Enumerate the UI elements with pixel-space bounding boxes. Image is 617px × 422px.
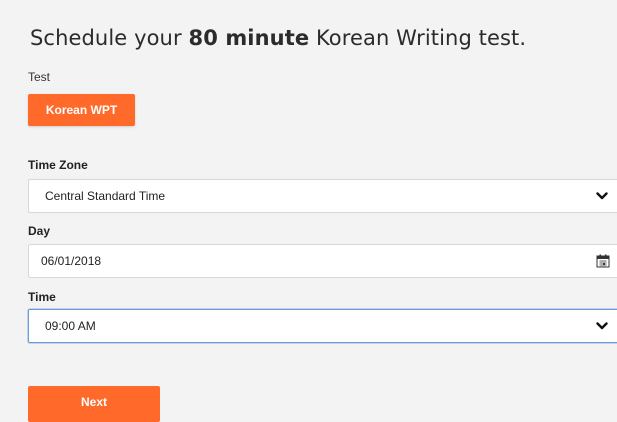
- page-title-prefix: Schedule your: [30, 26, 189, 50]
- timezone-value: Central Standard Time: [45, 189, 166, 203]
- day-label: Day: [28, 224, 51, 238]
- page-title-duration: 80 minute: [188, 26, 310, 50]
- test-label: Test: [28, 70, 51, 84]
- chevron-down-icon[interactable]: [588, 310, 616, 342]
- korean-wpt-button[interactable]: Korean WPT: [28, 94, 135, 126]
- page-title: Schedule your 80 minute Korean Writing t…: [30, 26, 526, 50]
- time-label: Time: [28, 290, 56, 304]
- page-title-suffix: Korean Writing test.: [309, 26, 527, 50]
- time-select[interactable]: 09:00 AM: [28, 309, 617, 343]
- day-date-input[interactable]: 06/01/2018: [28, 244, 617, 278]
- timezone-label: Time Zone: [28, 158, 88, 172]
- day-value: 06/01/2018: [41, 254, 102, 268]
- calendar-icon[interactable]: [588, 245, 617, 277]
- chevron-down-icon[interactable]: [588, 180, 616, 212]
- timezone-select[interactable]: Central Standard Time: [28, 179, 617, 213]
- schedule-panel: Schedule your 80 minute Korean Writing t…: [13, 0, 617, 422]
- time-value: 09:00 AM: [45, 319, 96, 333]
